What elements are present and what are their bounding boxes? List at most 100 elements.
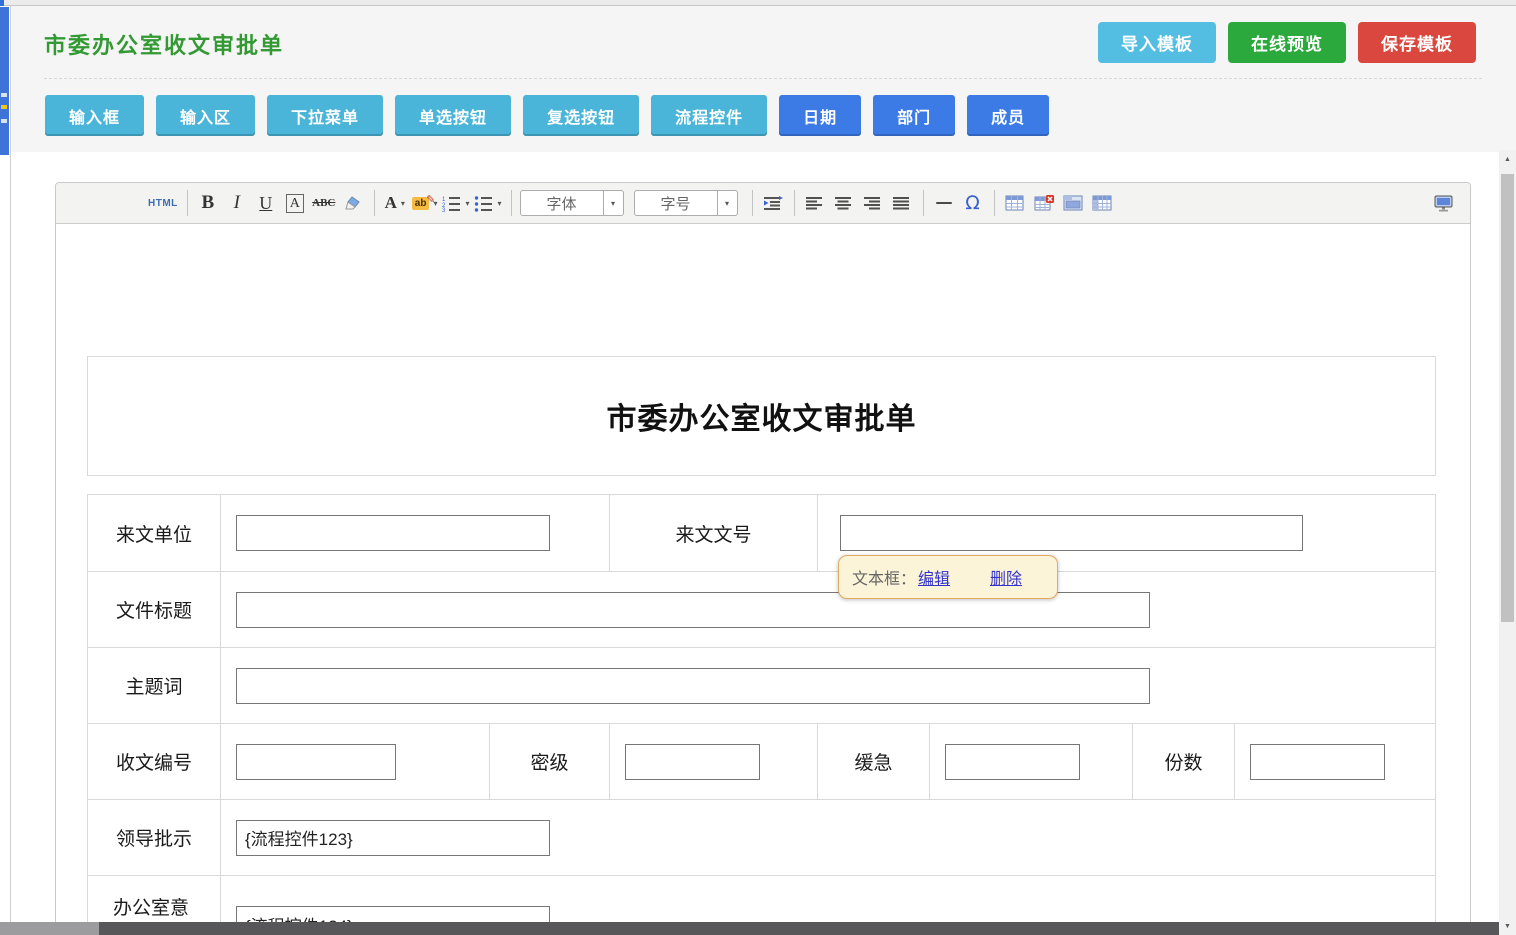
source-code-button[interactable]: HTML [148,189,178,217]
toolbar-separator [923,190,924,216]
font-size-select[interactable]: 字号 ▾ [634,190,738,216]
align-justify-button[interactable] [890,189,914,217]
urgency-input[interactable] [945,744,1080,780]
scroll-up-arrow-icon[interactable]: ▲ [1499,150,1516,168]
table-grid-icon [1092,195,1112,211]
dashed-divider [44,78,1482,79]
italic-button[interactable]: I [225,189,249,217]
cell [930,724,1133,799]
ordered-list-icon: 1 2 3 [442,195,461,212]
font-attributes-button[interactable]: A [283,189,307,217]
insert-table-button[interactable] [1003,189,1027,217]
cell [221,724,490,799]
align-right-icon [864,196,882,210]
control-member-button[interactable]: 成员 [967,95,1049,136]
align-center-button[interactable] [832,189,856,217]
table-row: 主题词 [88,647,1435,723]
scroll-down-arrow-icon[interactable]: ▼ [1499,917,1516,935]
save-template-button[interactable]: 保存模板 [1358,22,1476,63]
highlight-color-button[interactable]: ab✎ ▾ [412,189,438,217]
document-title: 市委办公室收文审批单 [607,394,917,438]
align-left-button[interactable] [803,189,827,217]
control-radio-button[interactable]: 单选按钮 [395,95,511,136]
align-right-button[interactable] [861,189,885,217]
browser-edge-strip [0,0,1516,6]
ordered-list-button[interactable]: 1 2 3 ▾ [442,189,469,217]
editor-document[interactable]: 市委办公室收文审批单 来文单位 来文文号 文件标题 [56,225,1470,935]
document-title-row: 市委办公室收文审批单 [87,356,1436,476]
table-properties-button[interactable] [1061,189,1085,217]
control-department-button[interactable]: 部门 [873,95,955,136]
edit-link[interactable]: 编辑 [918,565,950,589]
edge-notch [0,0,4,6]
chevron-down-icon: ▾ [497,199,501,208]
control-dropdown-button[interactable]: 下拉菜单 [267,95,383,136]
online-preview-button[interactable]: 在线预览 [1228,22,1346,63]
cell [221,572,1435,647]
svg-text:3: 3 [442,208,446,212]
font-family-select[interactable]: 字体 ▾ [520,190,624,216]
leader-instructions-input[interactable] [236,820,550,856]
receipt-number-input[interactable] [236,744,396,780]
import-template-button[interactable]: 导入模板 [1098,22,1216,63]
indent-icon [763,195,783,211]
control-input-box-button[interactable]: 输入框 [45,95,144,136]
bold-button[interactable]: B [196,189,220,217]
control-flow-widget-button[interactable]: 流程控件 [651,95,767,136]
align-left-icon [806,196,824,210]
field-action-tooltip: 文本框： 编辑 删除 [838,555,1058,599]
tooltip-label: 文本框： [852,565,916,589]
page: 市委办公室收文审批单 导入模板 在线预览 保存模板 输入框 输入区 下拉菜单 单… [10,6,1516,935]
monitor-icon [1434,195,1453,212]
delete-link[interactable]: 删除 [990,565,1022,589]
vertical-scrollbar[interactable]: ▲ ▼ [1499,150,1516,935]
background-window-strip [0,7,9,155]
select-arrow-button[interactable]: ▾ [717,191,737,215]
keywords-input[interactable] [236,668,1150,704]
remove-format-eraser-icon[interactable] [341,189,365,217]
underline-button[interactable]: U [254,189,278,217]
cell [221,648,1435,723]
label-document-number: 来文文号 [610,495,818,571]
document-number-input[interactable] [840,515,1303,551]
table-row: 来文单位 来文文号 [88,495,1435,571]
control-textarea-button[interactable]: 输入区 [156,95,255,136]
strikethrough-button[interactable]: ABC [312,189,336,217]
control-date-button[interactable]: 日期 [779,95,861,136]
toolbar-separator [187,190,188,216]
unordered-list-button[interactable]: ▾ [474,189,501,217]
copies-input[interactable] [1250,744,1385,780]
font-color-button[interactable]: A ▾ [383,189,407,217]
label-secrecy-level: 密级 [490,724,610,799]
horizontal-rule-icon [936,202,952,204]
strip-mark [1,119,7,123]
header-actions: 导入模板 在线预览 保存模板 [1098,22,1476,63]
align-center-icon [835,196,853,210]
form-control-buttons: 输入框 输入区 下拉菜单 单选按钮 复选按钮 流程控件 日期 部门 成员 [45,95,1049,136]
secrecy-level-input[interactable] [625,744,760,780]
toolbar-separator [794,190,795,216]
control-checkbox-button[interactable]: 复选按钮 [523,95,639,136]
align-justify-icon [893,196,911,210]
cell-properties-button[interactable] [1090,189,1114,217]
font-color-a-icon: A [385,193,397,213]
table-row: 领导批示 [88,799,1435,875]
cell [221,495,610,571]
special-character-button[interactable]: Ω [961,189,985,217]
screen: 市委办公室收文审批单 导入模板 在线预览 保存模板 输入框 输入区 下拉菜单 单… [0,0,1516,935]
source-unit-input[interactable] [236,515,550,551]
horizontal-rule-button[interactable] [932,189,956,217]
highlight-ab-icon: ab✎ [412,197,430,210]
scrollbar-thumb[interactable] [1501,174,1514,622]
label-receipt-number: 收文编号 [88,724,221,799]
cell [221,800,1435,875]
indent-button[interactable] [761,189,785,217]
fullscreen-button[interactable] [1431,189,1455,217]
delete-table-button[interactable] [1032,189,1056,217]
cell [1235,724,1435,799]
strip-mark [1,105,7,109]
toolbar-separator [994,190,995,216]
select-arrow-button[interactable]: ▾ [603,191,623,215]
form-table: 来文单位 来文文号 文件标题 [87,494,1436,935]
chevron-down-icon: ▾ [465,199,469,208]
